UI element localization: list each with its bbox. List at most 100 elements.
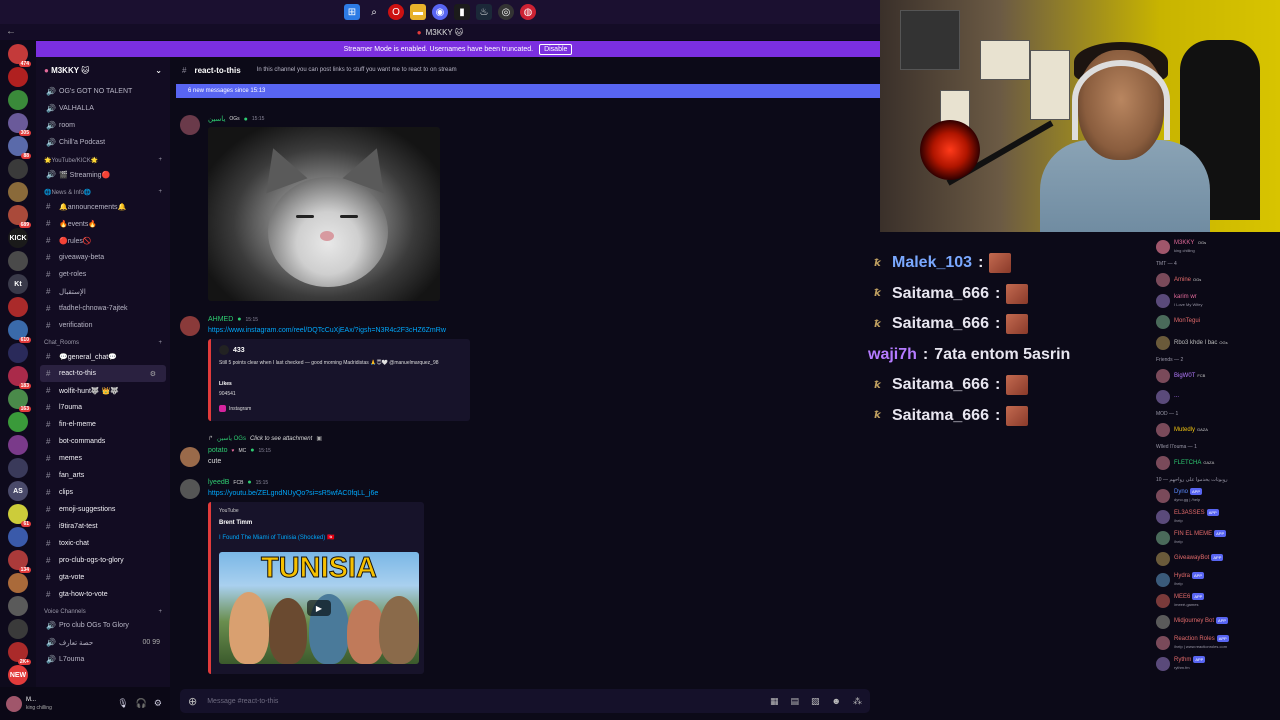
discord-icon[interactable]: ◉ <box>432 4 448 20</box>
channel-item[interactable]: # l7ouma <box>36 399 170 416</box>
channel-item[interactable]: # 🔔announcements🔔 <box>36 198 170 215</box>
add-channel-icon[interactable]: + <box>158 157 162 164</box>
category-voice[interactable]: Voice Channels + <box>36 603 170 617</box>
message-author[interactable]: potato <box>208 447 227 454</box>
back-arrow-icon[interactable]: ← <box>6 26 16 37</box>
server-icon[interactable]: 183 <box>8 366 31 389</box>
embed-title[interactable]: I Found The Miami of Tunisia (Shocked) 🇹… <box>219 534 334 541</box>
add-channel-icon[interactable]: + <box>158 609 162 615</box>
bot-member-item[interactable]: GiveawayBot APP <box>1150 548 1280 569</box>
gift-icon[interactable]: ▦ <box>770 696 779 707</box>
bot-member-item[interactable]: Midjourney Bot APP <box>1150 611 1280 632</box>
folder-icon[interactable]: ▬ <box>410 4 426 20</box>
settings-gear-icon[interactable]: ⚙ <box>154 698 162 709</box>
bot-member-item[interactable]: FIN EL MEME APP/help <box>1150 527 1280 548</box>
server-icon[interactable] <box>8 297 28 317</box>
channel-item[interactable]: # verification <box>36 317 170 334</box>
member-item[interactable]: FLETCHA GAZA <box>1150 452 1280 473</box>
channel-item[interactable]: # get-roles <box>36 266 170 283</box>
server-icon[interactable]: KICK <box>8 228 28 248</box>
server-header[interactable]: ● M3KKY 🐱 ⌄ <box>36 57 170 83</box>
member-item[interactable]: ... <box>1150 386 1280 407</box>
opera-icon[interactable]: O <box>388 4 404 20</box>
play-icon[interactable]: ▶ <box>307 600 331 616</box>
channel-item[interactable]: # fin-el-meme <box>36 416 170 433</box>
channel-item[interactable]: # memes <box>36 450 170 467</box>
server-icon[interactable] <box>8 67 28 87</box>
avatar[interactable] <box>180 447 200 467</box>
channel-item[interactable]: # tfadhel-chnowa-7ajtek <box>36 300 170 317</box>
channel-item[interactable]: # emoji-suggestions <box>36 501 170 518</box>
server-icon[interactable] <box>8 458 28 478</box>
embed-title[interactable]: 433 <box>233 347 245 354</box>
gif-icon[interactable]: ▤ <box>790 696 799 707</box>
message-author[interactable]: lyeedB <box>208 479 229 486</box>
apps-icon[interactable]: ⁂ <box>853 696 862 707</box>
server-icon[interactable] <box>8 619 28 639</box>
member-item[interactable]: karim wr I Love My Wifey <box>1150 290 1280 311</box>
bot-member-item[interactable]: Reaction Roles APP/help | www.reactionrol… <box>1150 632 1280 653</box>
server-icon[interactable]: AS <box>8 481 28 501</box>
message-link[interactable]: https://www.instagram.com/reel/DQTcCuXjE… <box>208 327 446 334</box>
message-link[interactable]: https://youtu.be/ZELgndNUyQo?si=sR5wfAC0… <box>208 490 378 497</box>
server-icon[interactable]: 2K+ <box>8 642 31 665</box>
server-icon[interactable] <box>8 343 28 363</box>
voice-channel-item[interactable]: 🔊 حصة تعارف 00 99 <box>36 634 170 651</box>
member-item[interactable]: Rbo3 khde l bac OGs <box>1150 332 1280 353</box>
member-item[interactable]: BigW0T FCB <box>1150 365 1280 386</box>
avatar[interactable] <box>180 115 200 135</box>
bot-member-item[interactable]: Rythm APP rythm.fm <box>1150 653 1280 674</box>
emoji-icon[interactable]: ☻ <box>832 696 841 707</box>
member-item[interactable]: MonTegui <box>1150 311 1280 332</box>
server-icon[interactable]: 610 <box>8 320 31 343</box>
bot-member-item[interactable]: MEE6 APP/meeé-games <box>1150 590 1280 611</box>
category-news[interactable]: 🌐News & Info🌐 + <box>36 183 170 198</box>
server-icon[interactable]: 163 <box>8 389 31 412</box>
server-icon[interactable] <box>8 527 28 547</box>
new-messages-bar[interactable]: 6 new messages since 15:13 <box>176 84 880 98</box>
avatar[interactable] <box>6 695 22 712</box>
member-item[interactable]: M3KKY OGs king chilling <box>1150 236 1280 257</box>
member-item[interactable]: Mutedly GAZA <box>1150 419 1280 440</box>
server-icon[interactable] <box>8 159 28 179</box>
channel-item[interactable]: 🔊 Chill'a Podcast <box>36 134 170 151</box>
server-icon[interactable]: 305 <box>8 113 31 136</box>
channel-item[interactable]: # gta-how-to-vote <box>36 586 170 603</box>
channel-item[interactable]: # 💬general_chat💬 <box>36 348 170 365</box>
search-icon[interactable]: ⌕ <box>366 4 382 20</box>
member-item[interactable]: Amine OGs <box>1150 269 1280 290</box>
channel-item[interactable]: # 🔥events🔥 <box>36 215 170 232</box>
reply-preview[interactable]: ↱ ياسين OGs Click to see attachment ▣ <box>208 435 322 443</box>
add-attachment-icon[interactable]: ⊕ <box>188 695 197 708</box>
message-author[interactable]: ياسين <box>208 115 225 123</box>
server-icon[interactable]: Kt <box>8 274 28 294</box>
channel-item[interactable]: # toxic-chat <box>36 535 170 552</box>
channel-item[interactable]: # bot-commands <box>36 433 170 450</box>
bot-member-item[interactable]: EL3ASSES APP/help <box>1150 506 1280 527</box>
headphones-icon[interactable]: 🎧 <box>136 698 147 709</box>
chrome-icon[interactable]: ◍ <box>520 4 536 20</box>
disable-streamer-button[interactable]: Disable <box>539 43 573 55</box>
server-icon[interactable] <box>8 573 28 593</box>
app-icon[interactable]: ▮ <box>454 4 470 20</box>
voice-channel-item[interactable]: 🔊 Pro club OGs To Glory <box>36 617 170 634</box>
steam-icon[interactable]: ♨ <box>476 4 492 20</box>
channel-item[interactable]: 🔊 🎬 Streaming🔴 <box>36 166 170 183</box>
channel-item[interactable]: 🔊 VALHALLA <box>36 100 170 117</box>
channel-item[interactable]: # pro-club-ogs-to-glory <box>36 552 170 569</box>
category-youtube[interactable]: 🌟YouTube/KICK🌟 + <box>36 151 170 166</box>
channel-item[interactable]: # clips <box>36 484 170 501</box>
server-icon[interactable] <box>8 596 28 616</box>
add-channel-icon[interactable]: + <box>158 340 162 346</box>
channel-item[interactable]: # fan_arts <box>36 467 170 484</box>
server-icon[interactable]: NEW <box>8 665 28 685</box>
microphone-icon[interactable]: 🎙 <box>117 698 128 709</box>
server-icon[interactable] <box>8 251 28 271</box>
server-icon[interactable]: 134 <box>8 550 31 573</box>
add-channel-icon[interactable]: + <box>158 189 162 196</box>
cat-image-attachment[interactable] <box>208 127 440 301</box>
channel-item[interactable]: # i9tira7at-test <box>36 518 170 535</box>
channel-item[interactable]: 🔊 OG's GOT NO TALENT <box>36 83 170 100</box>
server-icon[interactable] <box>8 412 28 432</box>
message-input[interactable]: Message #react-to-this <box>207 698 278 705</box>
